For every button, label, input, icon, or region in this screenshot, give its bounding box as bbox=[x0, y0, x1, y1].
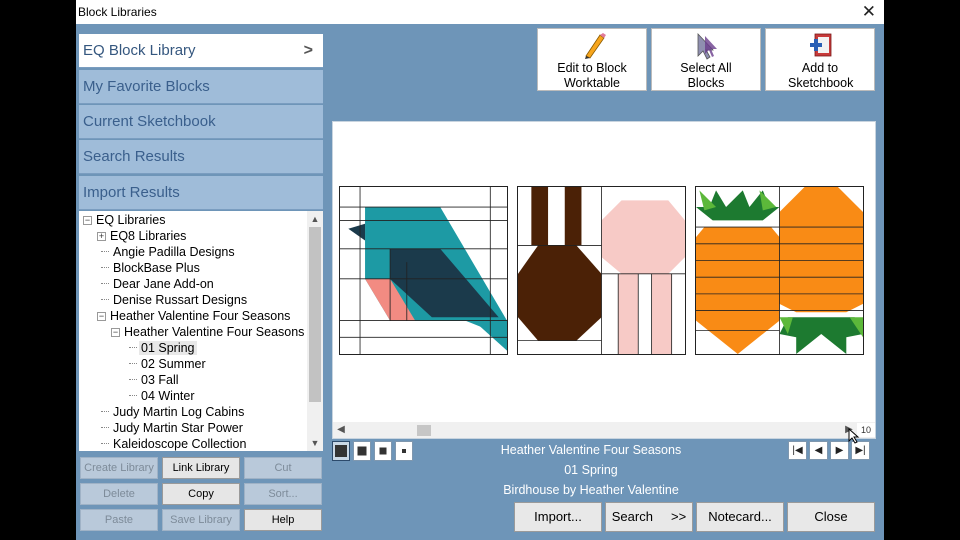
import-button[interactable]: Import... bbox=[514, 502, 602, 532]
size-large-button[interactable] bbox=[353, 441, 371, 461]
button-label: Select All Blocks bbox=[680, 61, 732, 90]
block-viewer[interactable]: ◀ ▶ 10 bbox=[332, 121, 876, 439]
collapse-icon[interactable]: − bbox=[97, 312, 106, 321]
previous-icon: ◀ bbox=[814, 445, 823, 456]
block-bunny[interactable] bbox=[517, 186, 686, 355]
library-import-results[interactable]: Import Results bbox=[79, 176, 323, 210]
size-small-button[interactable] bbox=[395, 441, 413, 461]
tree-item[interactable]: Judy Martin Log Cabins bbox=[101, 405, 246, 421]
link-library-button[interactable]: Link Library bbox=[162, 457, 240, 479]
square-icon bbox=[402, 449, 406, 453]
chevron-right-icon: > bbox=[303, 42, 313, 59]
first-block-button[interactable]: |◀ bbox=[788, 441, 807, 460]
tree-item[interactable]: Denise Russart Designs bbox=[101, 293, 249, 309]
notecard-button[interactable]: Notecard... bbox=[696, 502, 784, 532]
next-icon: ▶ bbox=[835, 445, 844, 456]
mouse-cursor-icon bbox=[848, 428, 860, 444]
sort-button[interactable]: Sort... bbox=[244, 483, 322, 505]
tree-item[interactable]: − Heather Valentine Four Seasons bbox=[111, 325, 306, 341]
library-label: Import Results bbox=[83, 184, 180, 201]
tree-item[interactable]: 04 Winter bbox=[129, 389, 197, 405]
expand-icon[interactable]: + bbox=[97, 232, 106, 241]
previous-block-button[interactable]: ◀ bbox=[809, 441, 828, 460]
pencil-icon bbox=[585, 33, 606, 59]
library-label: Current Sketchbook bbox=[83, 113, 216, 130]
scroll-thumb[interactable] bbox=[309, 227, 321, 402]
info-library: Heather Valentine Four Seasons bbox=[500, 443, 682, 457]
help-button[interactable]: Help bbox=[244, 509, 322, 531]
skip-last-icon: ▶| bbox=[855, 445, 866, 456]
save-library-button[interactable]: Save Library bbox=[162, 509, 240, 531]
tree-item[interactable]: 02 Summer bbox=[129, 357, 208, 373]
chevron-down-icon[interactable]: ▼ bbox=[307, 435, 323, 451]
block-birdhouse-bird[interactable] bbox=[339, 186, 508, 355]
cursor-icon bbox=[697, 32, 717, 60]
library-tree[interactable]: − EQ Libraries + EQ8 Libraries Angie Padil… bbox=[79, 211, 323, 451]
tree-item[interactable]: Kaleidoscope Collection bbox=[101, 437, 248, 451]
library-eq-block-library[interactable]: EQ Block Library > bbox=[79, 34, 323, 68]
add-to-sketchbook-button[interactable]: Add to Sketchbook bbox=[765, 28, 875, 91]
search-button[interactable]: Search >> bbox=[605, 502, 693, 532]
copy-button[interactable]: Copy bbox=[162, 483, 240, 505]
info-section: 01 Spring bbox=[564, 463, 618, 477]
select-all-blocks-button[interactable]: Select All Blocks bbox=[651, 28, 761, 91]
collapse-icon[interactable]: − bbox=[83, 216, 92, 225]
button-label: Edit to Block Worktable bbox=[557, 61, 627, 90]
next-block-button[interactable]: ▶ bbox=[830, 441, 849, 460]
button-label: Search bbox=[611, 509, 653, 524]
button-label: Add to Sketchbook bbox=[788, 61, 854, 90]
block-carrots[interactable] bbox=[695, 186, 864, 355]
tree-item[interactable]: 03 Fall bbox=[129, 373, 181, 389]
square-icon bbox=[379, 447, 387, 455]
library-label: Search Results bbox=[83, 148, 185, 165]
tree-item[interactable]: BlockBase Plus bbox=[101, 261, 202, 277]
square-icon bbox=[357, 446, 367, 456]
library-my-favorite-blocks[interactable]: My Favorite Blocks bbox=[79, 70, 323, 104]
delete-button[interactable]: Delete bbox=[80, 483, 158, 505]
library-search-results[interactable]: Search Results bbox=[79, 140, 323, 174]
square-icon bbox=[335, 445, 347, 457]
size-xlarge-button[interactable] bbox=[332, 441, 350, 461]
window-title: Block Libraries bbox=[78, 5, 157, 19]
scroll-thumb[interactable] bbox=[417, 425, 431, 436]
tree-item[interactable]: + EQ8 Libraries bbox=[97, 229, 188, 245]
title-bar: Block Libraries ✕ bbox=[76, 0, 884, 24]
tree-item[interactable]: − EQ Libraries bbox=[83, 213, 167, 229]
close-button[interactable]: Close bbox=[787, 502, 875, 532]
tree-item[interactable]: Angie Padilla Designs bbox=[101, 245, 237, 261]
size-medium-button[interactable] bbox=[374, 441, 392, 461]
library-label: EQ Block Library bbox=[83, 42, 196, 59]
tree-item-selected[interactable]: 01 Spring bbox=[129, 341, 197, 357]
tree-item[interactable]: Judy Martin Star Power bbox=[101, 421, 245, 437]
search-arrow: >> bbox=[671, 509, 687, 524]
library-label: My Favorite Blocks bbox=[83, 78, 210, 95]
block-libraries-window: Block Libraries ✕ EQ Block Library > My … bbox=[76, 0, 884, 540]
chevron-up-icon[interactable]: ▲ bbox=[307, 211, 323, 227]
close-icon[interactable]: ✕ bbox=[862, 2, 876, 22]
library-current-sketchbook[interactable]: Current Sketchbook bbox=[79, 105, 323, 139]
tree-item[interactable]: − Heather Valentine Four Seasons bbox=[97, 309, 292, 325]
tree-scrollbar[interactable]: ▲ ▼ bbox=[307, 211, 323, 451]
paste-button[interactable]: Paste bbox=[80, 509, 158, 531]
viewer-scrollbar[interactable]: ◀ ▶ 10 bbox=[333, 422, 875, 438]
sketchbook-icon bbox=[810, 33, 832, 57]
chevron-left-icon[interactable]: ◀ bbox=[333, 422, 349, 438]
info-block-name: Birdhouse by Heather Valentine bbox=[503, 483, 679, 497]
tree-item[interactable]: Dear Jane Add-on bbox=[101, 277, 216, 293]
create-library-button[interactable]: Create Library bbox=[80, 457, 158, 479]
edit-to-worktable-button[interactable]: Edit to Block Worktable bbox=[537, 28, 647, 91]
skip-first-icon: |◀ bbox=[792, 445, 803, 456]
cut-button[interactable]: Cut bbox=[244, 457, 322, 479]
collapse-icon[interactable]: − bbox=[111, 328, 120, 337]
